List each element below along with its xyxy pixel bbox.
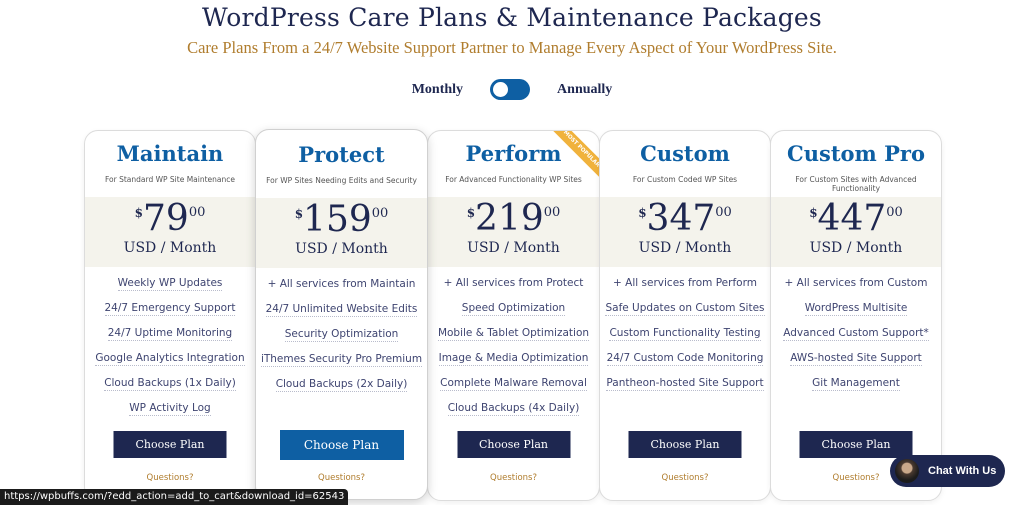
price-currency: $ <box>466 206 476 220</box>
feature-list: Weekly WP Updates 24/7 Emergency Support… <box>85 277 255 427</box>
price-amount: 219 <box>475 198 544 239</box>
feature-item: Security Optimization <box>284 328 399 342</box>
price-cents: 00 <box>715 205 732 220</box>
price-amount: 159 <box>303 199 372 240</box>
price-period: USD / Month <box>638 240 732 256</box>
price-amount: 79 <box>143 198 189 239</box>
plan-card-custom-pro: Custom Pro For Custom Sites with Advance… <box>770 130 942 501</box>
price: $15900 <box>256 202 427 238</box>
plan-name: Maintain <box>116 141 224 166</box>
feature-item: Pantheon-hosted Site Support <box>606 377 764 391</box>
plan-tagline: For WP Sites Needing Edits and Security <box>266 176 417 185</box>
feature-item: Cloud Backups (4x Daily) <box>447 402 580 416</box>
choose-plan-button[interactable]: Choose Plan <box>799 431 913 458</box>
plan-card-perform: MOST POPULAR Perform For Advanced Functi… <box>427 130 600 501</box>
feature-item: + All services from Perform <box>613 277 757 289</box>
feature-item: 24/7 Unlimited Website Edits <box>265 303 418 317</box>
feature-list: + All services from Maintain 24/7 Unlimi… <box>256 278 427 403</box>
price-band: $15900 USD / Month <box>256 198 427 268</box>
feature-item: 24/7 Uptime Monitoring <box>107 327 233 341</box>
price-band: $34700 USD / Month <box>600 197 770 267</box>
feature-item: AWS-hosted Site Support <box>790 352 922 366</box>
feature-item: Cloud Backups (1x Daily) <box>104 377 236 391</box>
price: $7900 <box>85 201 255 237</box>
feature-item: Speed Optimization <box>461 302 566 316</box>
feature-list: + All services from Perform Safe Updates… <box>600 277 770 402</box>
price: $21900 <box>428 201 599 237</box>
price-period: USD / Month <box>467 240 560 256</box>
feature-item: + All services from Custom <box>784 277 928 289</box>
toggle-label-monthly[interactable]: Monthly <box>412 82 463 98</box>
feature-list: + All services from Protect Speed Optimi… <box>428 277 599 427</box>
page-subtitle: Care Plans From a 24/7 Website Support P… <box>187 38 837 57</box>
plan-name: Custom Pro <box>787 141 925 166</box>
price-period: USD / Month <box>295 241 388 257</box>
billing-period-switch[interactable] <box>490 79 531 100</box>
plan-tagline: For Standard WP Site Maintenance <box>104 175 235 184</box>
price-currency: $ <box>638 206 647 220</box>
feature-item: Cloud Backups (2x Daily) <box>275 378 408 392</box>
choose-plan-button[interactable]: Choose Plan <box>457 431 570 458</box>
feature-item: 24/7 Custom Code Monitoring <box>606 352 764 366</box>
billing-toggle: Monthly Annually <box>0 79 1024 100</box>
feature-item: iThemes Security Pro Premium <box>260 353 423 367</box>
choose-plan-button[interactable]: Choose Plan <box>279 430 404 460</box>
feature-item: Safe Updates on Custom Sites <box>605 302 765 316</box>
price: $34700 <box>600 201 770 237</box>
price-cents: 00 <box>543 205 561 220</box>
plan-card-maintain: Maintain For Standard WP Site Maintenanc… <box>84 130 256 501</box>
feature-item: 24/7 Emergency Support <box>104 302 236 316</box>
plan-tagline: For Custom Coded WP Sites <box>632 175 738 184</box>
plan-tagline: For Advanced Functionality WP Sites <box>445 175 582 184</box>
questions-link[interactable]: Questions? <box>85 473 255 483</box>
feature-item: Mobile & Tablet Optimization <box>437 327 590 341</box>
price-amount: 347 <box>646 198 716 239</box>
price-band: $21900 USD / Month <box>428 197 599 267</box>
feature-item: Custom Functionality Testing <box>609 327 761 341</box>
plan-tagline: For Custom Sites with Advanced Functiona… <box>795 175 917 193</box>
chat-with-us-button[interactable]: Chat With Us <box>890 455 1005 487</box>
price-currency: $ <box>809 206 818 220</box>
questions-link[interactable]: Questions? <box>428 473 599 483</box>
price-band: $44700 USD / Month <box>771 197 941 267</box>
feature-item: WP Activity Log <box>129 402 211 416</box>
choose-plan-button[interactable]: Choose Plan <box>113 431 227 458</box>
feature-item: WordPress Multisite <box>804 302 908 316</box>
price-cents: 00 <box>188 205 206 220</box>
questions-link[interactable]: Questions? <box>600 473 770 483</box>
price-band: $7900 USD / Month <box>85 197 255 267</box>
feature-item: Git Management <box>812 377 900 391</box>
price-amount: 447 <box>817 198 887 239</box>
plan-card-protect: Protect For WP Sites Needing Edits and S… <box>255 129 428 500</box>
feature-item: Google Analytics Integration <box>95 352 245 366</box>
plan-name: Custom <box>640 141 730 166</box>
price-period: USD / Month <box>809 240 903 256</box>
price-cents: 00 <box>886 205 903 220</box>
page-title: WordPress Care Plans & Maintenance Packa… <box>202 3 822 32</box>
plan-name: Perform <box>465 141 562 166</box>
agent-avatar-icon <box>895 459 919 483</box>
toggle-label-annually[interactable]: Annually <box>557 82 612 98</box>
price-currency: $ <box>294 207 304 221</box>
questions-link[interactable]: Questions? <box>256 473 427 483</box>
choose-plan-button[interactable]: Choose Plan <box>628 431 742 458</box>
feature-item: Image & Media Optimization <box>438 352 589 366</box>
price-period: USD / Month <box>123 240 217 256</box>
feature-item: Advanced Custom Support* <box>783 327 929 341</box>
feature-item: + All services from Maintain <box>267 278 416 290</box>
status-bar-url: https://wpbuffs.com/?edd_action=add_to_c… <box>0 489 349 505</box>
plan-name: Protect <box>298 142 385 167</box>
price: $44700 <box>771 201 941 237</box>
feature-item: Weekly WP Updates <box>117 277 223 291</box>
price-cents: 00 <box>371 206 389 221</box>
chat-label: Chat With Us <box>928 465 997 477</box>
feature-item: Complete Malware Removal <box>440 377 587 391</box>
plan-card-custom: Custom For Custom Coded WP Sites $34700 … <box>599 130 771 501</box>
toggle-knob <box>493 82 509 97</box>
price-currency: $ <box>134 206 143 220</box>
feature-list: + All services from Custom WordPress Mul… <box>771 277 941 402</box>
feature-item: + All services from Protect <box>443 277 584 289</box>
